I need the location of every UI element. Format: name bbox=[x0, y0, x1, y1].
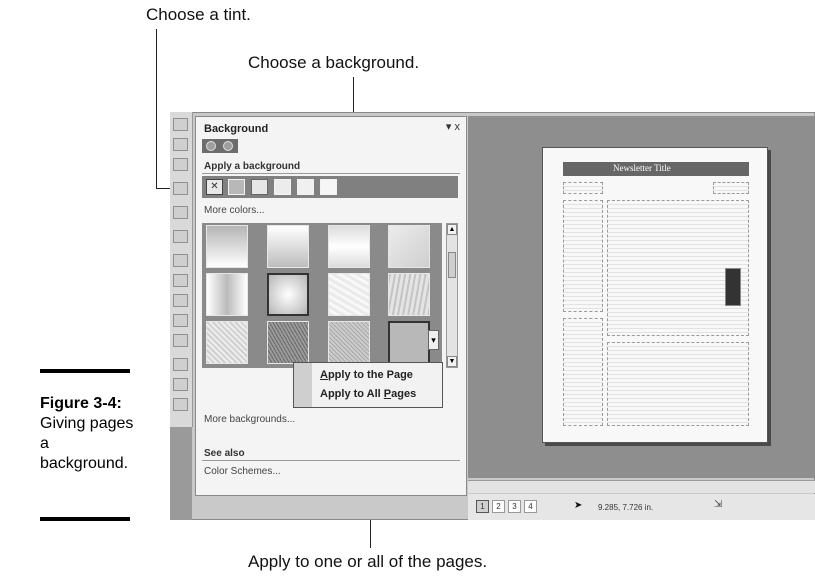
callout-choose-background: Choose a background. bbox=[248, 53, 420, 72]
background-swatch[interactable] bbox=[388, 225, 430, 268]
figure-number: Figure 3-4: bbox=[40, 395, 122, 412]
background-task-pane: Background ▾ x Apply a background ✕ More… bbox=[195, 116, 467, 496]
autoshapes-tool-icon[interactable] bbox=[173, 334, 188, 347]
scroll-down-icon[interactable]: ▼ bbox=[447, 356, 457, 367]
figure-caption: Figure 3-4: Giving pages a background. bbox=[40, 394, 135, 474]
tint-swatch[interactable] bbox=[228, 179, 245, 195]
background-swatch[interactable] bbox=[328, 273, 370, 316]
status-bar: 1 2 3 4 ➤ 9.285, 7.726 in. ⇲ bbox=[468, 494, 815, 520]
select-tool-icon[interactable] bbox=[173, 118, 188, 131]
arrow-tool-icon[interactable] bbox=[173, 274, 188, 287]
apply-context-menu: Apply to the Page Apply to All Pages bbox=[293, 362, 443, 408]
background-swatch-gallery bbox=[202, 223, 442, 368]
background-swatch[interactable] bbox=[388, 273, 430, 316]
task-pane-nav bbox=[202, 139, 238, 153]
text-box-tool-icon[interactable] bbox=[173, 138, 188, 151]
background-swatch-selected[interactable] bbox=[388, 321, 430, 364]
apply-to-all-pages-menu-item[interactable]: Apply to All Pages bbox=[320, 388, 416, 400]
sidebar-frame[interactable] bbox=[563, 200, 603, 312]
tint-swatch[interactable] bbox=[251, 179, 268, 195]
rectangle-tool-icon[interactable] bbox=[173, 314, 188, 327]
cursor-position-icon: ➤ bbox=[574, 500, 583, 511]
background-swatch[interactable] bbox=[267, 225, 309, 268]
tint-swatch[interactable] bbox=[274, 179, 291, 195]
apply-to-page-menu-item[interactable]: Apply to the Page bbox=[320, 369, 413, 381]
background-swatch[interactable] bbox=[206, 321, 248, 364]
background-swatch[interactable] bbox=[206, 225, 248, 268]
no-fill-icon: ✕ bbox=[210, 181, 219, 192]
toolbar-background bbox=[170, 427, 192, 520]
callout-choose-tint: Choose a tint. bbox=[146, 5, 251, 24]
tint-swatch[interactable] bbox=[297, 179, 314, 195]
page-4-button[interactable]: 4 bbox=[524, 500, 537, 513]
more-backgrounds-link[interactable]: More backgrounds... bbox=[204, 414, 295, 425]
scroll-thumb[interactable] bbox=[448, 252, 456, 278]
chevron-down-icon[interactable]: ▾ bbox=[428, 330, 439, 350]
newsletter-picture[interactable] bbox=[725, 268, 741, 306]
forward-arrow-icon[interactable] bbox=[223, 141, 233, 151]
wordart-tool-icon[interactable] bbox=[173, 182, 188, 195]
figure-caption-text: Giving pages a background. bbox=[40, 415, 134, 472]
story-frame[interactable] bbox=[607, 342, 749, 426]
section-divider bbox=[202, 460, 460, 461]
hot-spot-tool-icon[interactable] bbox=[173, 358, 188, 371]
horizontal-scrollbar[interactable] bbox=[468, 480, 815, 493]
no-fill-tint[interactable]: ✕ bbox=[206, 179, 223, 195]
objects-toolbar bbox=[170, 112, 193, 427]
section-divider bbox=[202, 173, 460, 174]
close-icon[interactable]: ▾ x bbox=[446, 120, 460, 133]
picture-tool-icon[interactable] bbox=[173, 206, 188, 219]
background-swatch[interactable] bbox=[328, 321, 370, 364]
text-frame[interactable] bbox=[713, 182, 749, 194]
page-2-button[interactable]: 2 bbox=[492, 500, 505, 513]
tint-row: ✕ bbox=[202, 176, 458, 198]
form-control-tool-icon[interactable] bbox=[173, 378, 188, 391]
scroll-up-icon[interactable]: ▲ bbox=[447, 224, 457, 235]
task-pane-title: Background bbox=[204, 123, 269, 135]
color-schemes-link[interactable]: Color Schemes... bbox=[204, 466, 281, 477]
page-1-button[interactable]: 1 bbox=[476, 500, 489, 513]
leader-line-tint bbox=[156, 29, 157, 189]
table-tool-icon[interactable] bbox=[173, 158, 188, 171]
menu-icon-strip bbox=[294, 363, 312, 407]
sidebar-frame[interactable] bbox=[563, 318, 603, 426]
background-swatch[interactable] bbox=[267, 273, 309, 316]
back-arrow-icon[interactable] bbox=[206, 141, 216, 151]
oval-tool-icon[interactable] bbox=[173, 294, 188, 307]
design-gallery-tool-icon[interactable] bbox=[173, 398, 188, 411]
apply-background-heading: Apply a background bbox=[204, 161, 301, 172]
page-3-button[interactable]: 3 bbox=[508, 500, 521, 513]
line-tool-icon[interactable] bbox=[173, 254, 188, 267]
newsletter-title: Newsletter Title bbox=[613, 163, 671, 173]
tint-swatch[interactable] bbox=[320, 179, 337, 195]
see-also-heading: See also bbox=[204, 448, 245, 459]
newsletter-page[interactable]: Newsletter Title bbox=[542, 147, 768, 443]
object-size-icon: ⇲ bbox=[714, 499, 723, 510]
figure-rule-top bbox=[40, 369, 130, 373]
cursor-coordinates: 9.285, 7.726 in. bbox=[598, 503, 654, 512]
text-frame[interactable] bbox=[563, 182, 603, 194]
callout-apply-pages: Apply to one or all of the pages. bbox=[248, 552, 488, 571]
more-colors-link[interactable]: More colors... bbox=[204, 205, 265, 216]
background-swatch[interactable] bbox=[267, 321, 309, 364]
clip-art-tool-icon[interactable] bbox=[173, 230, 188, 243]
gallery-scrollbar[interactable]: ▲ ▼ bbox=[446, 223, 458, 368]
background-swatch[interactable] bbox=[206, 273, 248, 316]
figure-rule-bottom bbox=[40, 517, 130, 521]
background-swatch[interactable] bbox=[328, 225, 370, 268]
